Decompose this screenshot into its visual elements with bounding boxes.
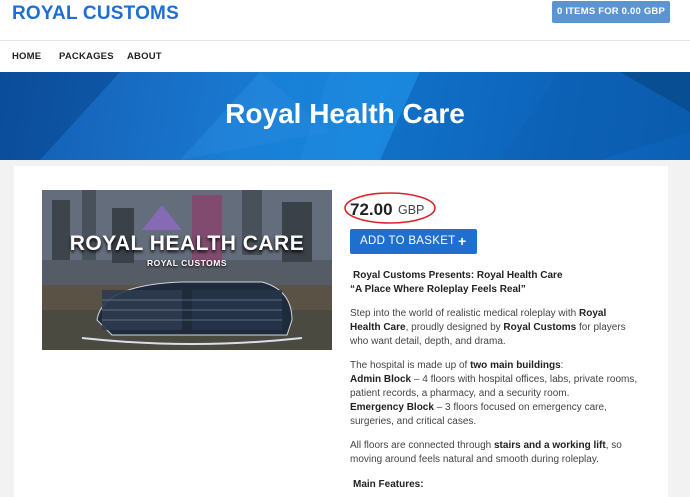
page-banner: Royal Health Care — [0, 72, 690, 160]
text-span: – 3 floors focused on emergency care, — [433, 402, 607, 413]
product-image: ROYAL HEALTH CARE ROYAL CUSTOMS — [42, 190, 332, 350]
text-span: for players — [576, 322, 626, 333]
emergency-block-label: Emergency Block — [350, 402, 434, 413]
description-paragraph-2: The hospital is made up of two main buil… — [350, 359, 650, 429]
add-to-basket-label: ADD TO BASKET — [360, 235, 456, 247]
intro-line-1: Royal Customs Presents: Royal Health Car… — [353, 270, 563, 281]
price-currency: GBP — [398, 203, 425, 217]
add-to-basket-button[interactable]: ADD TO BASKET + — [350, 229, 477, 254]
text-span: The hospital is made up of — [350, 360, 471, 371]
text-span: : — [560, 360, 564, 371]
text-bold: stairs and a working lift — [493, 440, 606, 451]
product-image-scene — [42, 190, 332, 350]
plus-icon: + — [458, 233, 467, 249]
description-paragraph-3: All floors are connected through stairs … — [350, 439, 650, 467]
text-bold: Health Care — [350, 322, 406, 333]
top-header: ROYAL CUSTOMS 0 ITEMS FOR 0.00 GBP — [0, 0, 690, 41]
text-span: surgeries, and critical cases. — [350, 416, 477, 427]
text-bold: Royal Customs — [503, 322, 577, 333]
text-span: who want detail, depth, and drama. — [350, 336, 506, 347]
site-logo[interactable]: ROYAL CUSTOMS — [12, 3, 179, 25]
text-bold: two main buildings — [470, 360, 561, 371]
text-span: , proudly designed by — [405, 322, 504, 333]
intro-line-2: “A Place Where Roleplay Feels Real” — [350, 284, 526, 295]
admin-block-label: Admin Block — [350, 374, 412, 385]
description-paragraph-1: Step into the world of realistic medical… — [350, 307, 650, 349]
product-image-subtitle: ROYAL CUSTOMS — [146, 258, 228, 268]
text-span: patient records, a pharmacy, and a secur… — [350, 388, 570, 399]
text-span: All floors are connected through — [350, 440, 494, 451]
page-title: Royal Health Care — [225, 98, 465, 129]
price: 72.00 GBP — [342, 190, 438, 226]
text-span: , so — [605, 440, 622, 451]
nav-home[interactable]: HOME — [12, 51, 41, 62]
features-heading-text: Main Features: — [353, 479, 424, 490]
features-heading: Main Features: — [350, 478, 653, 492]
main-nav: HOME PACKAGES ABOUT — [0, 41, 690, 72]
text-span: – 4 floors with hospital offices, labs, … — [411, 374, 638, 385]
text-span: moving around feels natural and smooth d… — [350, 454, 599, 465]
basket-summary-button[interactable]: 0 ITEMS FOR 0.00 GBP — [552, 1, 670, 23]
text-bold: Royal — [579, 308, 607, 319]
product-image-title: ROYAL HEALTH CARE — [69, 232, 305, 255]
price-value: 72.00 — [350, 200, 393, 219]
nav-about[interactable]: ABOUT — [127, 51, 162, 62]
nav-packages[interactable]: PACKAGES — [59, 51, 114, 62]
description-intro: Royal Customs Presents: Royal Health Car… — [350, 269, 650, 297]
text-span: Step into the world of realistic medical… — [350, 308, 579, 319]
